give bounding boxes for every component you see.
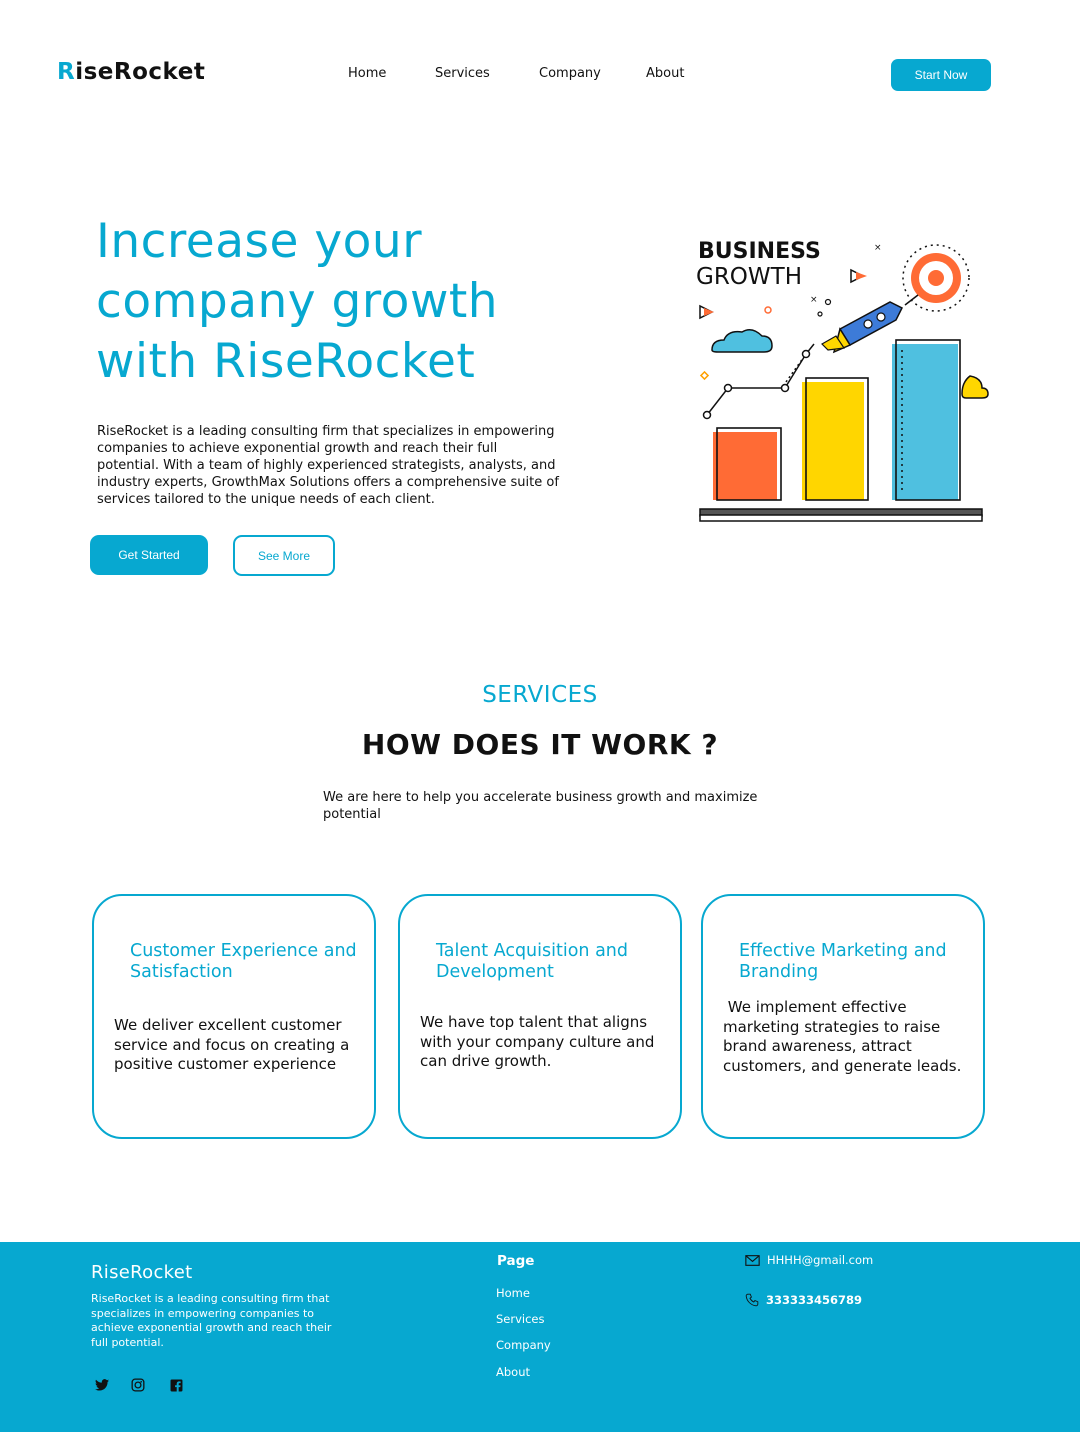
illustration-title-bold: BUSINESS [698,239,821,264]
footer-email[interactable]: HHHH@gmail.com [745,1253,873,1267]
bar-orange [713,427,782,501]
instagram-icon[interactable] [130,1377,146,1393]
service-card-marketing-branding: Effective Marketing and Branding We impl… [701,894,985,1139]
bar-yellow [802,377,869,501]
footer-page-heading: Page [497,1253,535,1269]
business-growth-illustration: BUSINESS GROWTH × × [696,239,989,522]
trend-line [702,343,815,420]
footer-description: RiseRocket is a leading consulting firm … [91,1292,332,1349]
cloud-icon [711,329,773,353]
footer-link-about[interactable]: About [496,1365,530,1379]
hero-description: RiseRocket is a leading consulting firm … [97,424,559,507]
service-card-talent-acquisition: Talent Acquisition and Development We ha… [398,894,682,1139]
nav-link-home[interactable]: Home [348,66,386,81]
phone-icon [745,1293,759,1307]
svg-text:×: × [874,243,882,253]
services-eyebrow: SERVICES [482,682,598,708]
target-icon [902,244,970,312]
footer-email-text: HHHH@gmail.com [767,1253,874,1267]
hero-title: Increase your company growth with RiseRo… [96,212,616,392]
footer-link-home[interactable]: Home [496,1286,530,1300]
footer-phone[interactable]: 333333456789 [745,1293,862,1307]
nav-link-services[interactable]: Services [435,66,490,81]
get-started-button[interactable]: Get Started [90,535,208,575]
see-more-button[interactable]: See More [233,535,335,576]
services-subtitle: We are here to help you accelerate busin… [323,790,758,822]
twitter-icon[interactable] [94,1377,110,1393]
service-card-title: Customer Experience and Satisfaction [130,941,357,982]
hero-title-line-3: with RiseRocket [96,334,476,389]
nav-link-about[interactable]: About [646,66,684,81]
logo-text: iseRocket [75,59,206,85]
footer-brand[interactable]: RiseRocket [91,1262,192,1283]
service-card-title: Effective Marketing and Branding [739,941,947,982]
hero-title-line-2: company growth [96,274,499,329]
services-title: HOW DOES IT WORK ? [361,728,719,761]
footer-link-services[interactable]: Services [496,1312,545,1326]
footer-link-company[interactable]: Company [496,1338,551,1352]
service-card-customer-experience: Customer Experience and Satisfaction We … [92,894,376,1139]
service-card-text: We implement effective marketing strateg… [723,998,962,1075]
footer: RiseRocket RiseRocket is a leading consu… [0,1242,1080,1432]
service-card-text: We deliver excellent customer service an… [114,1016,350,1073]
service-card-text: We have top talent that aligns with your… [420,1013,655,1070]
hero-title-line-1: Increase your [96,214,423,269]
bar-blue [892,339,961,501]
nav-link-company[interactable]: Company [539,66,601,81]
facebook-icon[interactable] [168,1377,184,1393]
illustration-title-light: GROWTH [696,264,802,290]
logo-accent-letter: R [57,59,76,85]
footer-phone-text: 333333456789 [766,1293,863,1307]
start-now-button[interactable]: Start Now [891,59,991,91]
service-card-title: Talent Acquisition and Development [436,941,628,982]
logo[interactable]: RiseRocket [57,59,205,85]
rocket-icon [821,294,919,354]
mail-icon [745,1254,760,1266]
svg-text:×: × [810,295,818,305]
